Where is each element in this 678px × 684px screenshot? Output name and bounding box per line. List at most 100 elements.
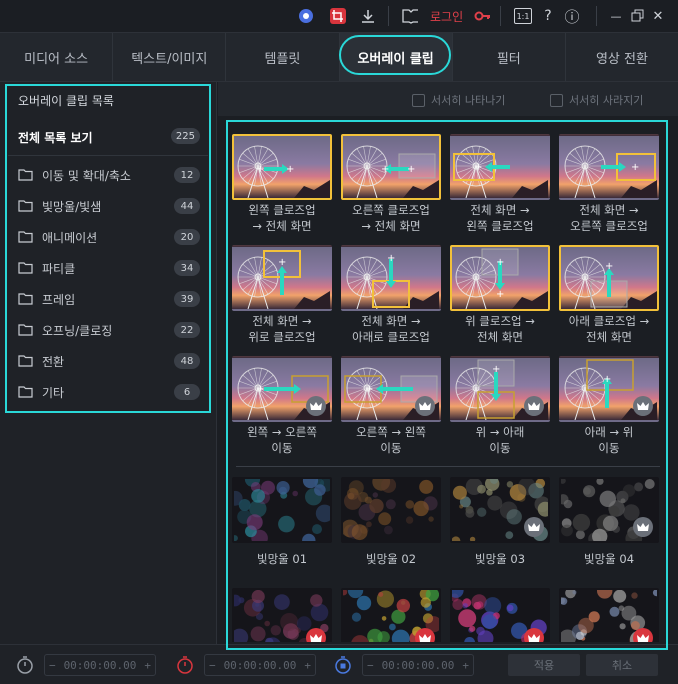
clip-caption-line: 오른쪽 클로즈업 [352, 203, 430, 217]
close-icon[interactable]: ✕ [650, 8, 666, 24]
clip-thumbnail[interactable]: + [341, 245, 441, 311]
clip-caption-line: → 전체 화면 [361, 219, 421, 233]
sidebar-item-all[interactable]: 전체 목록 보기 225 [8, 120, 208, 152]
clip-caption-line: 위 → 아래 [475, 425, 525, 439]
restore-icon[interactable] [630, 8, 646, 24]
clip-thumbnail[interactable] [232, 477, 332, 543]
clip-thumbnail[interactable] [232, 588, 332, 642]
increment-button[interactable]: + [304, 659, 311, 672]
clip-thumbnail[interactable] [450, 477, 550, 543]
sidebar-item[interactable]: 전환 48 [8, 348, 208, 374]
svg-text:+: + [492, 364, 500, 375]
aspect-ratio-icon[interactable]: 1:1 [514, 8, 532, 24]
clip-thumbnail[interactable] [450, 588, 550, 642]
sidebar-item[interactable]: 오프닝/클로징 22 [8, 317, 208, 343]
sidebar-item[interactable]: 기타 6 [8, 379, 208, 405]
start-timecode-field[interactable]: − 00:00:00.00 + [44, 654, 156, 676]
fade-in-checkbox[interactable]: 서서히 나타나기 [412, 92, 505, 108]
help-icon[interactable]: ? [540, 8, 556, 24]
clip-caption: 전체 화면 → 위로 클로즈업 [232, 313, 332, 345]
svg-text:+: + [605, 261, 613, 272]
sidebar-item[interactable]: 프레임 39 [8, 286, 208, 312]
login-link[interactable]: 로그인 [430, 8, 463, 25]
clip-thumbnail[interactable] [559, 477, 659, 543]
start-time-icon [16, 656, 34, 674]
apply-button[interactable]: 적용 [508, 654, 580, 676]
clip-thumbnail[interactable]: + + [341, 134, 441, 200]
divider [8, 155, 208, 156]
end-timecode-field[interactable]: − 00:00:00.00 + [362, 654, 474, 676]
clip-caption: 빛망울 04 [559, 551, 659, 567]
clip-caption-line: 빛망울 04 [583, 552, 635, 566]
tab-transition[interactable]: 영상 전환 [566, 33, 678, 81]
increment-button[interactable]: + [144, 659, 151, 672]
sidebar-title: 오버레이 클립 목록 [18, 94, 114, 108]
svg-text:+: + [496, 257, 504, 268]
tab-overlay-clip[interactable]: 오버레이 클립 [339, 33, 453, 81]
decrement-button[interactable]: − [209, 659, 216, 672]
sidebar-item-label: 빛망울/빛샘 [42, 200, 102, 214]
clip-thumbnail[interactable] [559, 588, 659, 642]
tab-media-source[interactable]: 미디어 소스 [0, 33, 114, 81]
clip-thumbnail[interactable]: + + [450, 245, 550, 311]
increment-button[interactable]: + [462, 659, 469, 672]
sidebar-item-label: 기타 [42, 386, 65, 400]
svg-text:+: + [631, 162, 639, 173]
bokeh-graphic [343, 479, 438, 541]
clip-thumbnail[interactable]: + [232, 356, 332, 422]
decrement-button[interactable]: − [367, 659, 374, 672]
premium-crown-icon [633, 396, 653, 416]
clip-caption-line: 오른쪽 → 왼쪽 [356, 425, 426, 439]
clip-thumbnail[interactable]: + [232, 245, 332, 311]
timecode-value: 00:00:00.00 [63, 658, 137, 672]
tab-filter[interactable]: 필터 [453, 33, 566, 81]
clip-caption-line: 위 클로즈업 → [465, 314, 535, 328]
category-tabs: 미디어 소스 텍스트/이미지 템플릿 오버레이 클립 필터 영상 전환 [0, 32, 678, 82]
premium-crown-icon [524, 396, 544, 416]
download-icon[interactable] [360, 8, 376, 24]
clip-caption-line: 아래 → 위 [584, 425, 634, 439]
info-icon[interactable]: ⓘ [564, 8, 580, 26]
decrement-button[interactable]: − [49, 659, 56, 672]
clip-caption-line: 빛망울 02 [365, 552, 417, 566]
tab-template[interactable]: 템플릿 [226, 33, 340, 81]
clip-thumbnail[interactable] [341, 588, 441, 642]
crop-icon[interactable] [330, 8, 346, 24]
sidebar-item[interactable]: 이동 및 확대/축소 12 [8, 162, 208, 188]
tab-text-image[interactable]: 텍스트/이미지 [113, 33, 227, 81]
sidebar-item[interactable]: 애니메이션 20 [8, 224, 208, 250]
premium-crown-icon [524, 517, 544, 537]
count-badge: 48 [174, 353, 200, 369]
count-badge: 225 [170, 128, 200, 144]
clip-thumbnail[interactable]: + [341, 356, 441, 422]
clip-caption-line: 전체 화면 → [470, 203, 530, 217]
duration-timecode-field[interactable]: − 00:00:00.00 + [204, 654, 316, 676]
bokeh-graphic [234, 479, 330, 541]
circle-app-icon[interactable] [298, 8, 314, 24]
cancel-button[interactable]: 취소 [586, 654, 658, 676]
clip-caption-line: 왼쪽 클로즈업 [248, 203, 316, 217]
count-badge: 39 [174, 291, 200, 307]
clip-thumbnail[interactable] [341, 477, 441, 543]
clip-thumbnail[interactable]: + [559, 245, 659, 311]
minimize-icon[interactable]: — [608, 8, 624, 24]
clip-caption: 빛망울 02 [341, 551, 441, 567]
clip-caption: 왼쪽 클로즈업 → 전체 화면 [232, 202, 332, 234]
sidebar-item[interactable]: 파티클 34 [8, 255, 208, 281]
clip-caption: 아래 → 위 이동 [559, 424, 659, 456]
timecode-value: 00:00:00.00 [381, 658, 455, 672]
key-icon[interactable] [474, 8, 490, 24]
fade-out-checkbox[interactable]: 서서히 사라지기 [550, 92, 643, 108]
book-icon[interactable] [402, 8, 418, 24]
clip-thumbnail[interactable]: + + [232, 134, 332, 200]
sidebar-item[interactable]: 빛망울/빛샘 44 [8, 193, 208, 219]
sidebar-item-label: 파티클 [42, 262, 76, 276]
clip-caption: 위 → 아래 이동 [450, 424, 550, 456]
clip-thumbnail[interactable]: + [450, 356, 550, 422]
clip-thumbnail[interactable]: + [559, 356, 659, 422]
end-time-icon [334, 656, 352, 674]
clip-thumbnail[interactable]: + [450, 134, 550, 200]
clip-thumbnail[interactable]: + [559, 134, 659, 200]
premium-crown-icon [415, 628, 435, 642]
clip-caption: 빛망울 01 [232, 551, 332, 567]
